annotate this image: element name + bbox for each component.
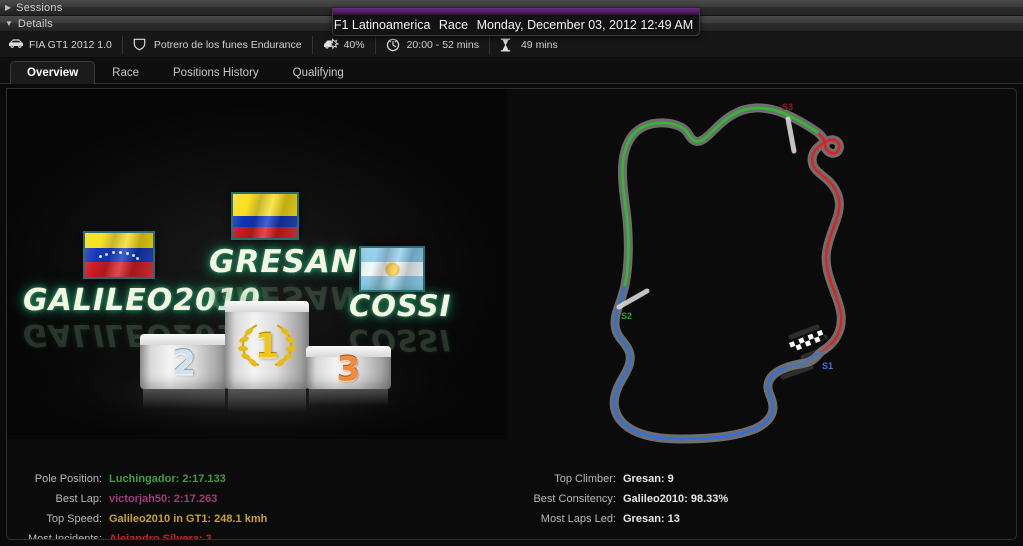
stat-label-most-laps-led: Most Laps Led: — [540, 513, 616, 525]
podium-step-third: 3 — [306, 346, 391, 389]
tab-positions-history[interactable]: Positions History — [156, 61, 276, 84]
stat-row-pole-position: Pole Position: Luchingador: 2:17.133 — [15, 473, 267, 485]
chevron-right-icon — [5, 3, 11, 12]
stat-value-top-speed: Galileo2010 in GT1: 248.1 kmh — [109, 513, 268, 525]
session-title-tooltip: F1 Latinoamerica Race Monday, December 0… — [332, 8, 700, 36]
overview-panel: GALILEO2010 GALILEO2010 GRESAN GRESAN CO… — [6, 88, 1017, 540]
title-datetime: Monday, December 03, 2012 12:49 AM — [476, 17, 694, 32]
race-results-window: Sessions Details F1 Latinoamerica Race M… — [0, 0, 1023, 546]
chevron-down-icon — [5, 19, 13, 28]
stat-value-best-lap: victorjah50: 2:17.263 — [109, 493, 218, 505]
title-series: F1 Latinoamerica — [333, 17, 431, 32]
stat-value-pole-position: Luchingador: 2:17.133 — [109, 473, 226, 485]
info-text-damage: 40% — [343, 38, 365, 51]
podium-step-first-reflection — [228, 389, 306, 421]
hourglass-icon — [500, 38, 516, 52]
info-item-damage: 40% — [311, 35, 375, 54]
info-item-track: Potrero de los funes Endurance — [121, 35, 312, 54]
tab-bar: Overview Race Positions History Qualifyi… — [0, 58, 1023, 84]
title-session-type: Race — [438, 17, 469, 32]
details-label: Details — [17, 17, 53, 30]
tab-overview[interactable]: Overview — [10, 61, 96, 84]
info-text-time: 20:00 - 52 mins — [406, 38, 479, 51]
flag-colombia — [231, 192, 299, 240]
flag-venezuela — [83, 231, 155, 279]
stat-label-pole-position: Pole Position: — [34, 473, 102, 485]
podium-scene: GALILEO2010 GALILEO2010 GRESAN GRESAN CO… — [7, 89, 507, 441]
sector-label-s1: S1 — [822, 361, 834, 371]
podium-name-first: GRESAN — [209, 244, 358, 280]
sector-label-s3: S3 — [782, 102, 794, 112]
track-map: S3 S2 S1 — [577, 89, 1007, 469]
damage-icon — [323, 37, 339, 52]
stat-label-best-lap: Best Lap: — [55, 493, 102, 505]
info-text-series: FIA GT1 2012 1.0 — [29, 38, 112, 51]
tab-qualifying[interactable]: Qualifying — [276, 61, 361, 84]
track-credit: track layout by Butch Davis — [512, 539, 642, 540]
sessions-label: Sessions — [16, 1, 63, 14]
shield-icon — [133, 38, 149, 52]
track-credit-prefix: track layout by — [512, 539, 570, 540]
podium-step-first: 1 — [225, 301, 309, 389]
stat-label-most-incidents: Most Incidents: — [28, 533, 102, 540]
stat-row-most-incidents: Most Incidents: Alejandro Silvera: 3 — [15, 533, 267, 540]
car-icon — [8, 38, 24, 52]
stat-row-top-speed: Top Speed: Galileo2010 in GT1: 248.1 kmh — [15, 513, 267, 525]
sector-marker-s3 — [785, 116, 797, 154]
stat-value-most-incidents: Alejandro Silvera: 3 — [109, 533, 212, 540]
flag-argentina — [359, 246, 425, 292]
podium-place-third: 3 — [336, 349, 361, 390]
clock-icon — [386, 38, 402, 52]
podium-step-second-reflection — [143, 389, 225, 417]
info-item-duration: 49 mins — [488, 35, 568, 54]
info-item-time: 20:00 - 52 mins — [374, 35, 489, 54]
stats-left: Pole Position: Luchingador: 2:17.133 Bes… — [15, 473, 267, 540]
podium-place-first: 1 — [255, 326, 279, 367]
info-item-series: FIA GT1 2012 1.0 — [8, 36, 122, 54]
podium-step-second: 2 — [140, 334, 228, 389]
stat-value-top-climber: Gresan: 9 — [623, 473, 674, 485]
tab-race[interactable]: Race — [95, 61, 156, 84]
track-credit-author: Butch Davis — [574, 539, 642, 540]
stat-row-most-laps-led: Most Laps Led: Gresan: 13 — [497, 513, 728, 525]
stat-label-top-speed: Top Speed: — [46, 513, 102, 525]
stat-row-best-consistency: Best Consitency: Galileo2010: 98.33% — [497, 493, 728, 505]
stat-row-top-climber: Top Climber: Gresan: 9 — [497, 473, 728, 485]
sector-label-s2: S2 — [621, 311, 633, 321]
stats-right: Top Climber: Gresan: 9 Best Consitency: … — [497, 473, 728, 533]
stat-value-most-laps-led: Gresan: 13 — [623, 513, 680, 525]
stat-value-best-consistency: Galileo2010: 98.33% — [623, 493, 729, 505]
info-text-duration: 49 mins — [520, 38, 558, 51]
podium-name-third: COSSI — [349, 289, 452, 323]
podium-place-second: 2 — [172, 343, 196, 384]
podium-step-third-reflection — [309, 389, 388, 413]
info-text-track: Potrero de los funes Endurance — [153, 38, 302, 51]
stat-label-best-consistency: Best Consitency: — [533, 493, 616, 505]
stat-row-best-lap: Best Lap: victorjah50: 2:17.263 — [15, 493, 267, 505]
stat-label-top-climber: Top Climber: — [554, 473, 616, 485]
